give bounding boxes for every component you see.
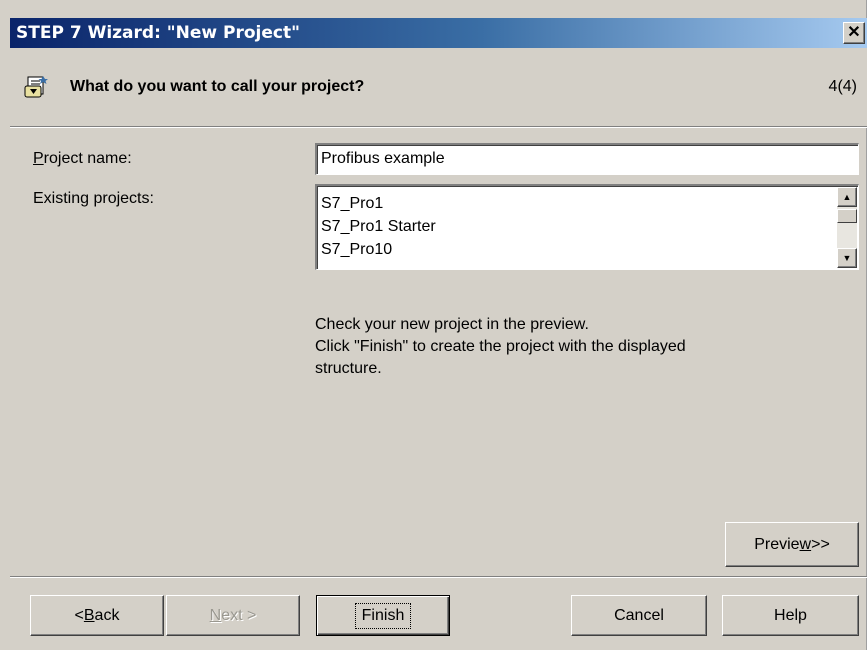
finish-button[interactable]: Finish [316,595,450,636]
back-button[interactable]: < Back [30,595,164,636]
header-divider [10,126,867,128]
list-item[interactable]: S7_Pro1 [321,192,436,215]
scroll-thumb[interactable] [837,209,857,223]
close-icon: ✕ [847,24,861,41]
arrow-up-icon: ▲ [842,192,852,202]
footer-divider [10,576,867,578]
wizard-window: STEP 7 Wizard: "New Project" ✕ What do y… [0,0,867,650]
existing-projects-label: Existing projects: [33,190,154,207]
preview-button[interactable]: Previe w >> [725,522,859,567]
scroll-up-button[interactable]: ▲ [837,187,857,207]
arrow-down-icon: ▼ [842,253,852,263]
list-scrollbar[interactable]: ▲ ▼ [837,187,857,268]
info-line: structure. [315,360,382,377]
help-button[interactable]: Help [722,595,859,636]
scroll-down-button[interactable]: ▼ [837,248,857,268]
existing-projects-list[interactable]: S7_Pro1 S7_Pro1 Starter S7_Pro10 ▲ ▼ [315,184,859,270]
project-name-input[interactable]: Profibus example [315,143,859,175]
info-text: Check your new project in the preview. C… [315,314,686,380]
project-name-label: Project name: [33,150,132,167]
list-item[interactable]: S7_Pro10 [321,238,436,261]
wizard-header: What do you want to call your project? 4… [10,48,867,128]
next-button[interactable]: Next > [166,595,300,636]
info-line: Click "Finish" to create the project wit… [315,338,686,355]
close-button[interactable]: ✕ [843,22,865,44]
list-item[interactable]: S7_Pro1 Starter [321,215,436,238]
wizard-icon [24,76,48,98]
info-line: Check your new project in the preview. [315,316,589,333]
title-bar[interactable]: STEP 7 Wizard: "New Project" ✕ [10,18,867,48]
step-indicator: 4(4) [828,78,857,95]
window-title: STEP 7 Wizard: "New Project" [16,23,300,43]
cancel-button[interactable]: Cancel [571,595,707,636]
header-question: What do you want to call your project? [70,78,365,95]
